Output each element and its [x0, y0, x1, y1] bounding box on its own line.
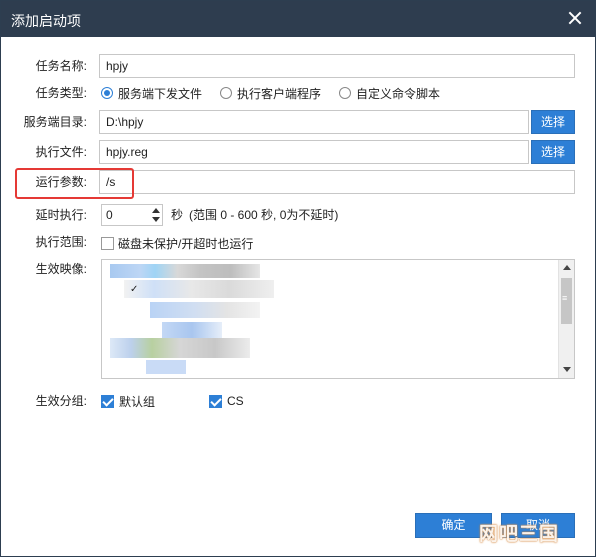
add-startup-dialog: 添加启动项 任务名称: hpjy 任务类型: 服务端下发文件 执行客户端程序 自… [0, 0, 596, 557]
server-dir-browse-button[interactable]: 选择 [531, 110, 575, 134]
radio-selected-icon [101, 87, 113, 99]
group-default-checkbox[interactable] [101, 394, 114, 408]
delay-label: 延时执行: [35, 208, 87, 222]
group-cs-checkbox[interactable] [209, 394, 222, 408]
scope-label: 执行范围: [35, 235, 87, 249]
server-dir-input[interactable]: D:\hpjy [99, 110, 529, 134]
images-listbox[interactable]: ✓ [101, 259, 575, 379]
groups-label: 生效分组: [35, 394, 87, 408]
group-default-label: 默认组 [119, 394, 156, 409]
group-default-row[interactable]: 默认组 [101, 393, 155, 409]
stepper-down-icon[interactable] [152, 217, 160, 222]
radio-label-custom-script: 自定义命令脚本 [356, 86, 441, 101]
stepper-up-icon[interactable] [152, 208, 160, 213]
task-type-radio-group: 服务端下发文件 执行客户端程序 自定义命令脚本 [101, 81, 458, 105]
image-list-item[interactable] [124, 280, 274, 298]
radio-run-client-program[interactable]: 执行客户端程序 [220, 85, 321, 102]
scope-checkbox[interactable] [101, 237, 114, 250]
listbox-scrollbar[interactable] [558, 260, 574, 378]
image-list-item[interactable] [110, 264, 260, 278]
scroll-down-icon[interactable] [563, 367, 571, 372]
check-mark-icon: ✓ [130, 284, 139, 295]
radio-unselected-icon [339, 87, 352, 99]
run-params-input[interactable]: /s [99, 170, 575, 194]
image-list-item[interactable] [162, 322, 222, 338]
scope-checkbox-label: 磁盘未保护/开超时也运行 [118, 237, 254, 251]
scroll-thumb[interactable] [561, 278, 572, 324]
scope-checkbox-row[interactable]: 磁盘未保护/开超时也运行 [101, 235, 253, 252]
delay-hint: (范围 0 - 600 秒, 0为不延时) [189, 208, 339, 222]
server-dir-label: 服务端目录: [23, 115, 87, 129]
task-name-input[interactable]: hpjy [99, 54, 575, 78]
dialog-titlebar: 添加启动项 [1, 1, 595, 37]
images-label: 生效映像: [35, 262, 87, 276]
task-name-label: 任务名称: [35, 59, 87, 73]
scroll-up-icon[interactable] [563, 265, 571, 270]
delay-unit: 秒 [171, 208, 184, 222]
image-list-item[interactable] [110, 338, 250, 358]
group-cs-label: CS [227, 394, 244, 408]
exec-file-input[interactable]: hpjy.reg [99, 140, 529, 164]
group-cs-row[interactable]: CS [209, 393, 244, 409]
exec-file-label: 执行文件: [35, 145, 87, 159]
radio-server-send-file[interactable]: 服务端下发文件 [101, 85, 202, 102]
highlight-box [15, 168, 134, 199]
radio-custom-script[interactable]: 自定义命令脚本 [339, 85, 440, 102]
image-list-item[interactable] [150, 302, 260, 318]
delay-stepper[interactable]: 0 [101, 204, 163, 226]
exec-file-browse-button[interactable]: 选择 [531, 140, 575, 164]
radio-unselected-icon [220, 87, 233, 99]
close-icon[interactable] [567, 10, 583, 26]
task-type-label: 任务类型: [35, 86, 87, 100]
delay-value: 0 [106, 208, 113, 222]
radio-label-run-client-program: 执行客户端程序 [237, 86, 322, 101]
image-list-item[interactable] [146, 360, 186, 374]
radio-label-server-send-file: 服务端下发文件 [118, 86, 203, 101]
watermark-logo: 网吧三国 [479, 524, 560, 545]
dialog-title: 添加启动项 [11, 13, 81, 29]
